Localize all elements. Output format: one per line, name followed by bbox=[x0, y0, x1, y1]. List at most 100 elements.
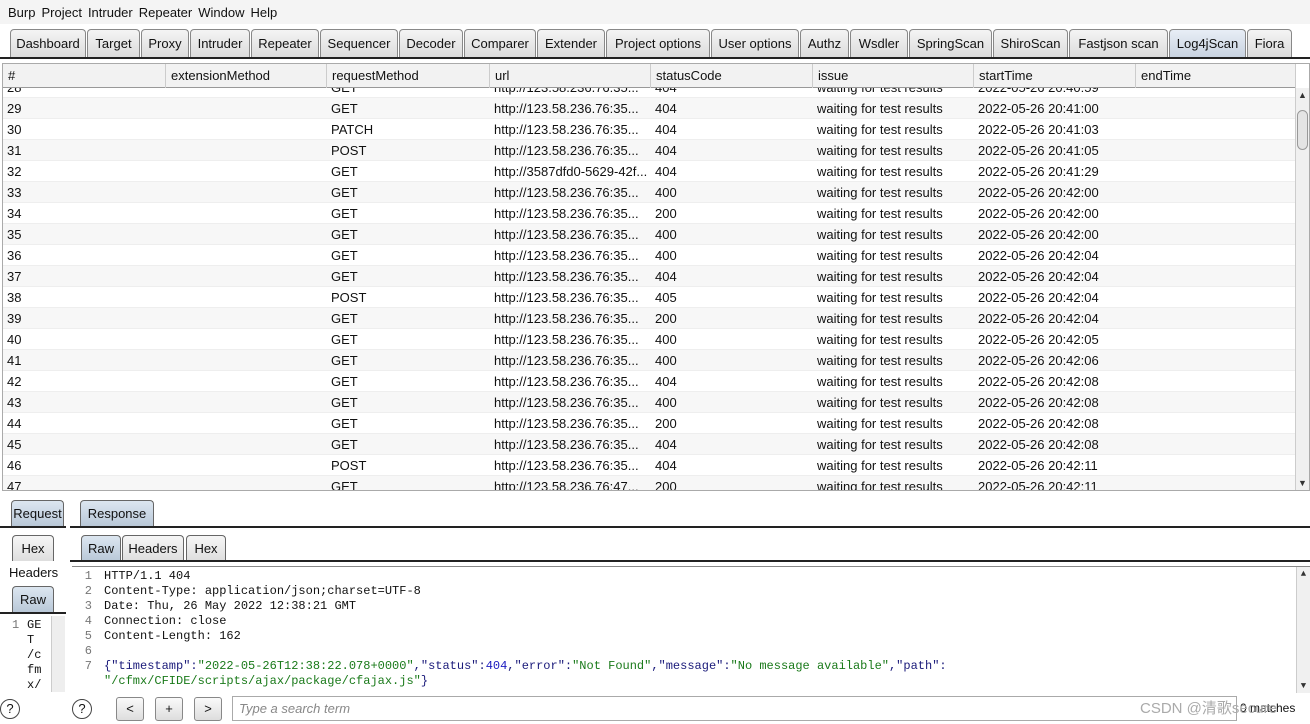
cell-url: http://123.58.236.76:35... bbox=[494, 185, 639, 200]
cell-issue: waiting for test results bbox=[813, 88, 974, 98]
tab-repeater[interactable]: Repeater bbox=[251, 29, 319, 57]
cell-issue: waiting for test results bbox=[817, 122, 943, 137]
tab-fastjson-scan[interactable]: Fastjson scan bbox=[1069, 29, 1168, 57]
table-row[interactable]: 40 GET http://123.58.236.76:35... 400 waitin… bbox=[3, 329, 1295, 350]
table-row[interactable]: 38 POST http://123.58.236.76:35... 405 waiti… bbox=[3, 287, 1295, 308]
tab-response[interactable]: Response bbox=[80, 500, 154, 526]
cell-extensionMethod bbox=[166, 308, 327, 329]
tab-shiroscan[interactable]: ShiroScan bbox=[993, 29, 1068, 57]
scroll-up-icon[interactable]: ▲ bbox=[1296, 88, 1309, 102]
cell-issue: waiting for test results bbox=[817, 353, 943, 368]
tab-project-options[interactable]: Project options bbox=[606, 29, 710, 57]
tab-springscan[interactable]: SpringScan bbox=[909, 29, 992, 57]
cell-number: 30 bbox=[7, 122, 22, 137]
table-row[interactable]: 41 GET http://123.58.236.76:35... 400 waitin… bbox=[3, 350, 1295, 371]
cell-endTime bbox=[1136, 329, 1295, 350]
tab-dashboard[interactable]: Dashboard bbox=[10, 29, 86, 57]
column-header-extensionMethod[interactable]: extensionMethod bbox=[166, 64, 327, 88]
scroll-down-icon[interactable]: ▼ bbox=[1296, 476, 1309, 490]
table-row[interactable]: 42 GET http://123.58.236.76:35... 404 waitin… bbox=[3, 371, 1295, 392]
help-icon[interactable]: ? bbox=[72, 699, 92, 719]
table-row[interactable]: 31 POST http://123.58.236.76:35... 404 waiti… bbox=[3, 140, 1295, 161]
cell-startTime: 2022-05-26 20:41:05 bbox=[978, 143, 1099, 158]
cell-extensionMethod bbox=[166, 88, 327, 98]
table-row[interactable]: 39 GET http://123.58.236.76:35... 200 waitin… bbox=[3, 308, 1295, 329]
response-editor[interactable]: ▲ ▼ 1 HTTP/1.1 404 2 Content-Type: applicat… bbox=[72, 566, 1310, 693]
tab-authz[interactable]: Authz bbox=[800, 29, 849, 57]
resp-tab-hex[interactable]: Hex bbox=[186, 535, 226, 561]
table-row[interactable]: 28 GEThttp://123.58.236.76:35...404waitin… bbox=[3, 88, 1295, 98]
cell-number: 40 bbox=[7, 332, 22, 347]
table-row[interactable]: 36 GET http://123.58.236.76:35... 400 waitin… bbox=[3, 245, 1295, 266]
left-tab-headers[interactable]: Headers bbox=[9, 565, 58, 580]
cell-startTime: 2022-05-26 20:41:03 bbox=[978, 122, 1099, 137]
column-header-url[interactable]: url bbox=[490, 64, 651, 88]
cell-extensionMethod bbox=[166, 224, 327, 245]
column-header-endTime[interactable]: endTime bbox=[1136, 64, 1296, 88]
menu-intruder[interactable]: Intruder bbox=[88, 5, 133, 20]
cell-startTime: 2022-05-26 20:42:08 bbox=[978, 416, 1099, 431]
cell-statusCode: 400 bbox=[655, 227, 677, 242]
menu-window[interactable]: Window bbox=[198, 5, 244, 20]
previous-button[interactable]: < bbox=[116, 697, 144, 721]
column-header-issue[interactable]: issue bbox=[813, 64, 974, 88]
column-header-number[interactable]: # bbox=[3, 64, 166, 88]
cell-statusCode: 400 bbox=[655, 185, 677, 200]
search-input[interactable]: Type a search term bbox=[232, 696, 1237, 721]
scroll-thumb[interactable] bbox=[1297, 110, 1308, 150]
table-row[interactable]: 33 GET http://123.58.236.76:35... 400 waitin… bbox=[3, 182, 1295, 203]
table-row[interactable]: 37 GET http://123.58.236.76:35... 404 waitin… bbox=[3, 266, 1295, 287]
line-number: 3 bbox=[84, 599, 92, 613]
table-row[interactable]: 44 GET http://123.58.236.76:35... 200 waitin… bbox=[3, 413, 1295, 434]
request-editor[interactable]: 1 GE T/c fm x/ bbox=[0, 616, 66, 692]
scroll-down-icon[interactable]: ▼ bbox=[1297, 679, 1310, 693]
json-p1: {"timestamp": bbox=[104, 659, 198, 673]
add-button[interactable]: + bbox=[155, 697, 183, 721]
table-row[interactable]: 45 GET http://123.58.236.76:35... 404 waitin… bbox=[3, 434, 1295, 455]
menu-repeater[interactable]: Repeater bbox=[139, 5, 192, 20]
next-button[interactable]: > bbox=[194, 697, 222, 721]
table-row[interactable]: 35 GET http://123.58.236.76:35... 400 waitin… bbox=[3, 224, 1295, 245]
tab-wsdler[interactable]: Wsdler bbox=[850, 29, 908, 57]
table-row[interactable]: 32 GET http://3587dfd0-5629-42f... 404 waiti… bbox=[3, 161, 1295, 182]
tab-target[interactable]: Target bbox=[87, 29, 140, 57]
table-row[interactable]: 46 POST http://123.58.236.76:35... 404 waiti… bbox=[3, 455, 1295, 476]
tab-fiora[interactable]: Fiora bbox=[1247, 29, 1292, 57]
table-row[interactable]: 34 GET http://123.58.236.76:35... 200 waitin… bbox=[3, 203, 1295, 224]
column-header-requestMethod[interactable]: requestMethod bbox=[327, 64, 490, 88]
cell-startTime: 2022-05-26 20:42:08 bbox=[978, 437, 1099, 452]
resp-tab-headers[interactable]: Headers bbox=[122, 535, 184, 561]
tab-log4jscan[interactable]: Log4jScan bbox=[1169, 29, 1246, 57]
column-header-startTime[interactable]: startTime bbox=[974, 64, 1136, 88]
help-icon[interactable]: ? bbox=[0, 699, 20, 719]
table-row[interactable]: 29 GET http://123.58.236.76:35... 404 waitin… bbox=[3, 98, 1295, 119]
tab-extender[interactable]: Extender bbox=[537, 29, 605, 57]
scroll-up-icon[interactable]: ▲ bbox=[1297, 567, 1310, 581]
table-row[interactable]: 43 GET http://123.58.236.76:35... 400 waitin… bbox=[3, 392, 1295, 413]
left-tab-raw[interactable]: Raw bbox=[12, 586, 54, 612]
cell-extensionMethod bbox=[166, 392, 327, 413]
tab-decoder[interactable]: Decoder bbox=[399, 29, 463, 57]
left-tab-hex[interactable]: Hex bbox=[12, 535, 54, 561]
tab-proxy[interactable]: Proxy bbox=[141, 29, 189, 57]
tab-sequencer[interactable]: Sequencer bbox=[320, 29, 398, 57]
json-v1: "2022-05-26T12:38:22.078+0000" bbox=[197, 659, 414, 673]
tab-user-options[interactable]: User options bbox=[711, 29, 799, 57]
cell-statusCode: 404 bbox=[655, 122, 677, 137]
cell-number: 34 bbox=[7, 206, 22, 221]
table-row[interactable]: 30 PATCH http://123.58.236.76:35... 404 wait… bbox=[3, 119, 1295, 140]
menu-help[interactable]: Help bbox=[250, 5, 277, 20]
menu-burp[interactable]: Burp bbox=[8, 5, 35, 20]
response-scrollbar[interactable]: ▲ ▼ bbox=[1296, 567, 1310, 693]
menu-project[interactable]: Project bbox=[41, 5, 81, 20]
table-scrollbar[interactable]: ▲ ▼ bbox=[1295, 88, 1309, 490]
resp-tab-raw[interactable]: Raw bbox=[81, 535, 121, 561]
table-row[interactable]: 47 GET http://123.58.236.76:47... 200 waitin… bbox=[3, 476, 1295, 490]
tab-comparer[interactable]: Comparer bbox=[464, 29, 536, 57]
cell-statusCode: 404 bbox=[655, 269, 677, 284]
column-header-statusCode[interactable]: statusCode bbox=[651, 64, 813, 88]
tab-intruder[interactable]: Intruder bbox=[190, 29, 250, 57]
tab-request[interactable]: Request bbox=[11, 500, 64, 526]
cell-statusCode: 405 bbox=[655, 290, 677, 305]
request-scrollbar[interactable] bbox=[51, 616, 65, 692]
